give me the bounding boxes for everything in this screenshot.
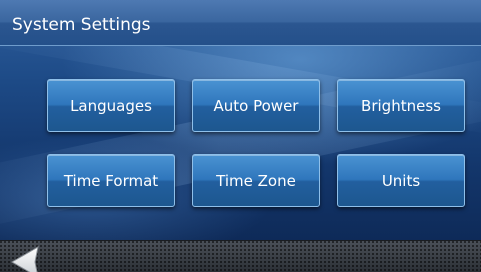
units-button[interactable]: Units: [337, 154, 465, 207]
time-zone-button[interactable]: Time Zone: [192, 154, 320, 207]
settings-button-grid: Languages Auto Power Brightness Time For…: [0, 0, 481, 240]
back-button[interactable]: [8, 244, 48, 272]
brightness-button[interactable]: Brightness: [337, 79, 465, 132]
time-format-button[interactable]: Time Format: [47, 154, 175, 207]
bottom-toolbar: [0, 240, 481, 272]
system-settings-screen: System Settings Languages Auto Power Bri…: [0, 0, 481, 272]
languages-button[interactable]: Languages: [47, 79, 175, 132]
auto-power-button[interactable]: Auto Power: [192, 79, 320, 132]
back-arrow-icon: [10, 246, 39, 272]
